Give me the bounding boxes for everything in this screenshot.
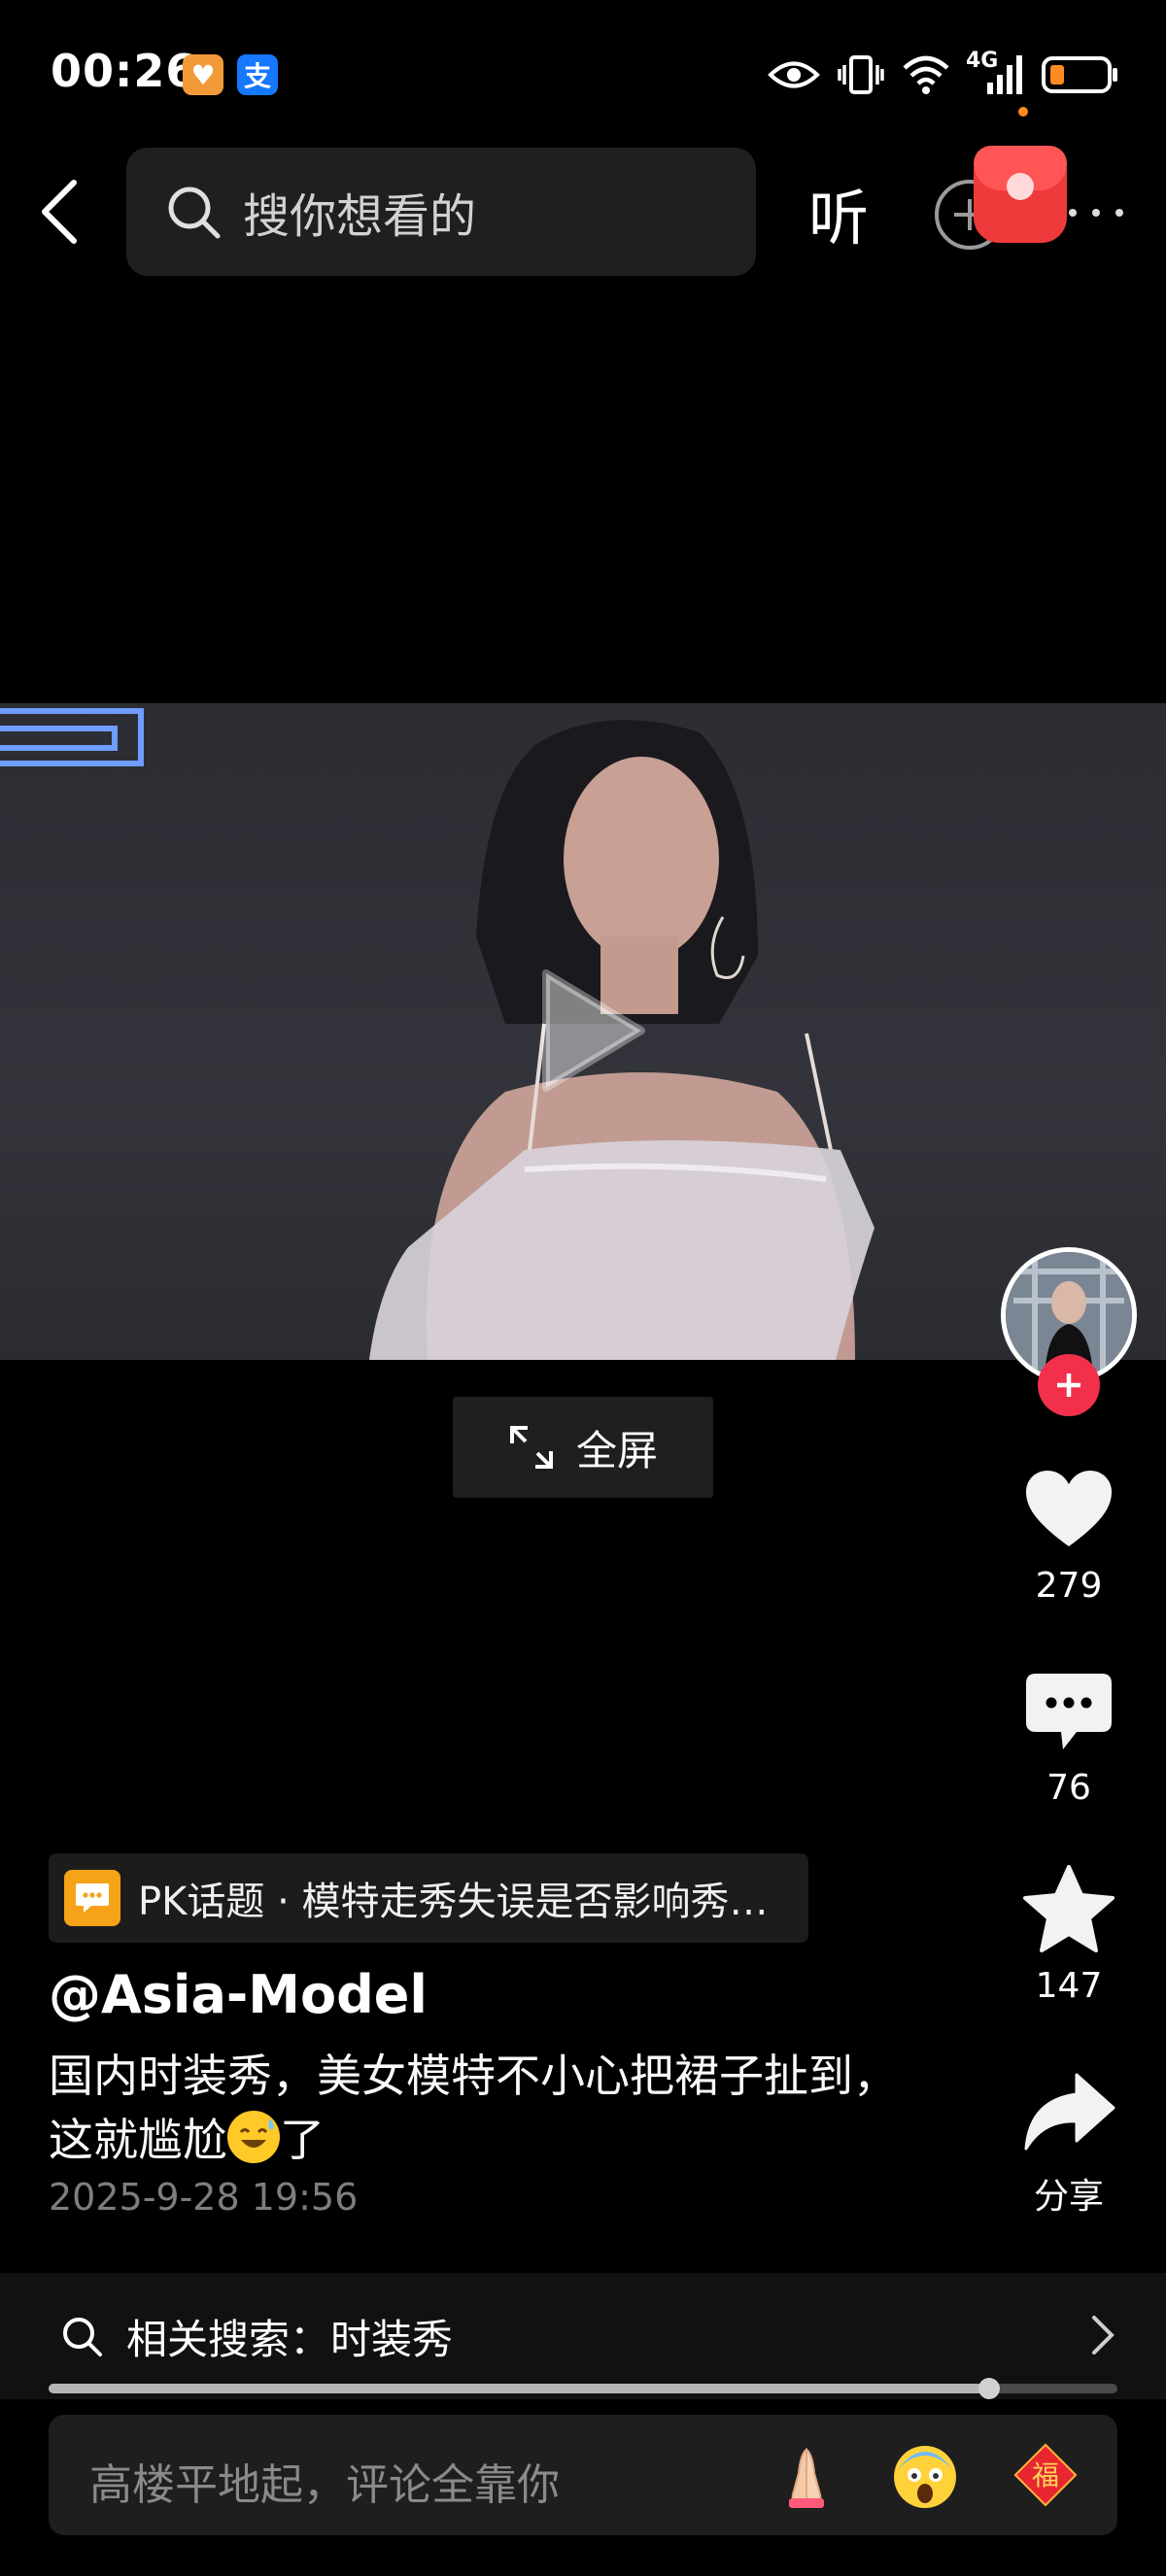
network-type-label: 4G (966, 49, 999, 73)
sweat-smile-emoji-icon (227, 2111, 280, 2163)
vibrate-icon (838, 52, 884, 97)
description-line-2: 这就尴尬 了 (49, 2108, 962, 2172)
comment-count: 76 (1046, 1768, 1091, 1808)
comment-placeholder: 高楼平地起，评论全靠你 (89, 2460, 560, 2510)
search-icon (168, 186, 221, 239)
pk-topic-chip[interactable]: PK话题 · 模特走秀失误是否影响秀… (49, 1853, 808, 1943)
favorite-count: 147 (1035, 1966, 1103, 2006)
video-progress-bar[interactable] (49, 2378, 1117, 2399)
like-count: 279 (1035, 1566, 1103, 1606)
plus-icon (1057, 1373, 1080, 1397)
share-arrow-icon (1024, 2073, 1115, 2151)
search-placeholder: 搜你想看的 (243, 189, 477, 244)
related-search-label: 相关搜索：时装秀 (126, 2315, 454, 2363)
more-options-button[interactable] (1069, 198, 1123, 227)
description-text-end: 了 (280, 2114, 325, 2166)
progress-handle[interactable] (978, 2378, 1000, 2399)
search-icon (63, 2318, 102, 2356)
screaming-face-icon (894, 2446, 956, 2508)
status-icons: 4G (768, 49, 1119, 99)
praying-hands-icon (789, 2448, 824, 2508)
top-navigation: 搜你想看的 听 (0, 146, 1166, 278)
alipay-icon: 支 (237, 54, 278, 95)
dot-icon (1092, 209, 1100, 217)
fortune-emoji-button[interactable]: 福 (1007, 2436, 1084, 2514)
status-time: 00:26 (51, 45, 198, 97)
cellular-signal-icon: 4G (966, 49, 1024, 97)
description-text: 这就尴尬 (49, 2114, 227, 2166)
video-player[interactable] (0, 703, 1166, 1360)
heart-icon (1026, 1471, 1112, 1546)
status-bar: 00:26 ♥ 支 4G (0, 0, 1166, 136)
chevron-right-icon (1092, 2316, 1115, 2355)
back-button[interactable] (29, 173, 87, 251)
play-icon[interactable] (532, 967, 649, 1094)
shocked-emoji-button[interactable] (886, 2436, 964, 2514)
comment-input[interactable]: 高楼平地起，评论全靠你 福 (49, 2415, 1117, 2535)
battery-icon (1042, 52, 1119, 97)
favorite-button[interactable]: 147 (1001, 1861, 1137, 2006)
star-icon (1023, 1865, 1115, 1952)
eye-icon (768, 52, 820, 97)
description-line-1: 国内时装秀，美女模特不小心把裙子扯到， (49, 2050, 898, 2102)
follow-button[interactable] (1038, 1354, 1100, 1416)
wifi-icon (902, 52, 950, 97)
listen-button[interactable]: 听 (808, 169, 869, 256)
expand-icon (509, 1426, 553, 1469)
praying-hands-emoji-button[interactable] (768, 2436, 845, 2514)
progress-fill (49, 2384, 989, 2393)
like-button[interactable]: 279 (1001, 1461, 1137, 1606)
notification-dot (1018, 107, 1028, 117)
share-button[interactable]: 分享 (1001, 2063, 1137, 2219)
back-arrow-icon (42, 180, 77, 244)
video-feed-screen: 00:26 ♥ 支 4G 搜你想看的 听 全屏 279 76 147 分享 PK… (0, 0, 1166, 2576)
fortune-glyph: 福 (1032, 2459, 1059, 2491)
topic-text: PK话题 · 模特走秀失误是否影响秀… (138, 1880, 769, 1924)
fortune-diamond-icon: 福 (1013, 2443, 1078, 2507)
comment-icon (1026, 1674, 1112, 1749)
chat-bubble-icon (64, 1870, 120, 1926)
red-packet-icon[interactable] (974, 146, 1067, 243)
post-description: 国内时装秀，美女模特不小心把裙子扯到， 这就尴尬 了 (49, 2044, 962, 2172)
dot-icon (1069, 209, 1077, 217)
search-input[interactable]: 搜你想看的 (126, 148, 756, 276)
post-date: 2025-9-28 19:56 (49, 2176, 359, 2219)
author-avatar-group (1001, 1247, 1137, 1416)
fullscreen-button[interactable]: 全屏 (453, 1397, 713, 1498)
fullscreen-label: 全屏 (575, 1426, 658, 1474)
orange-app-icon: ♥ (183, 54, 223, 95)
share-label: 分享 (1033, 2177, 1104, 2217)
comment-button[interactable]: 76 (1001, 1663, 1137, 1808)
dot-icon (1115, 209, 1123, 217)
author-name[interactable]: @Asia-Model (49, 1964, 428, 2025)
